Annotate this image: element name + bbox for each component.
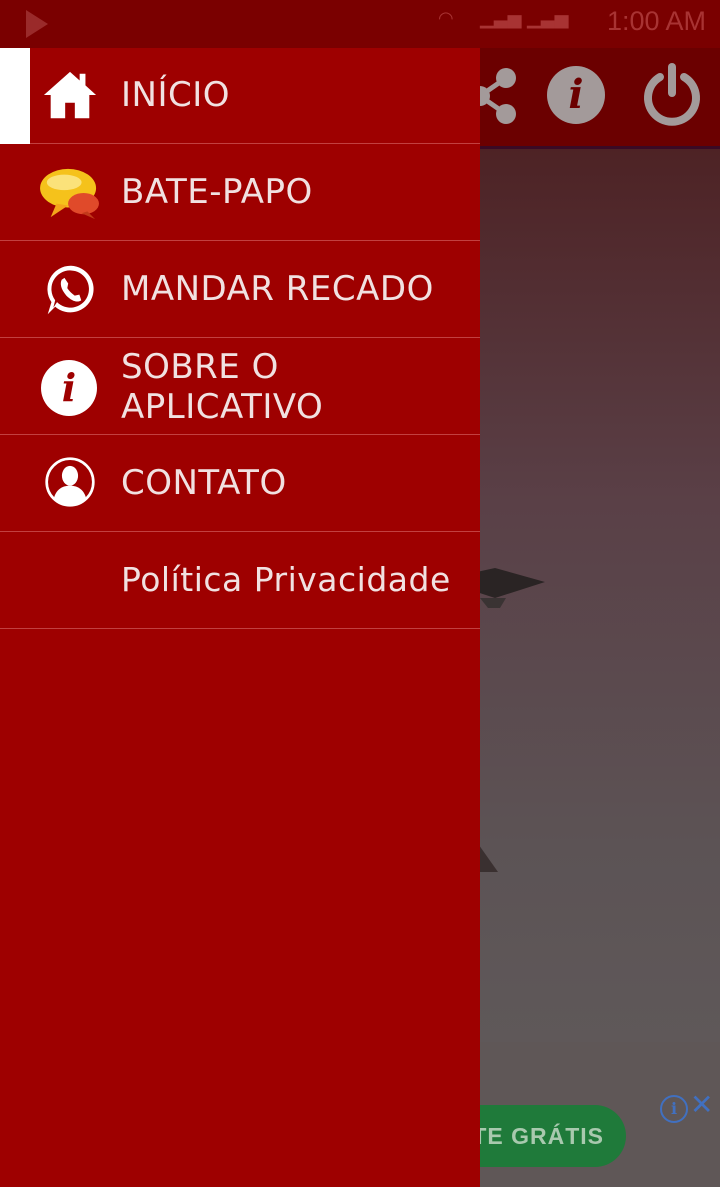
home-icon (43, 71, 97, 119)
drawer-item-sobre-aplicativo[interactable]: i SOBRE O APLICATIVO (0, 339, 480, 435)
drawer-item-label: MANDAR RECADO (121, 269, 434, 309)
ad-close-icon[interactable]: ✕ (690, 1090, 713, 1120)
drawer-item-label: BATE-PAPO (121, 172, 313, 212)
info-icon: i (41, 360, 97, 416)
svg-text:i: i (62, 365, 76, 410)
drawer-item-bate-papo[interactable]: BATE-PAPO (0, 145, 480, 241)
chat-bubble-icon (40, 168, 99, 220)
power-icon[interactable] (640, 63, 704, 127)
drawer-item-mandar-recado[interactable]: MANDAR RECADO (0, 242, 480, 338)
drawer-item-inicio[interactable]: INÍCIO (0, 48, 480, 144)
drawer-item-contato[interactable]: CONTATO (0, 436, 480, 532)
drawer-item-label: Política Privacidade (121, 560, 451, 599)
status-bar: ◠ ▁▃▅ ▁▃▅ 1:00 AM (0, 0, 720, 48)
whatsapp-icon (47, 265, 94, 315)
drawer-item-label-line1: SOBRE O (121, 347, 279, 387)
signal-icon-2: ▁▃▅ (527, 8, 569, 29)
drawer-item-label: INÍCIO (121, 75, 231, 115)
wifi-icon: ◠ (438, 8, 454, 29)
active-indicator (0, 48, 30, 144)
contact-icon (45, 457, 95, 507)
about-info-icon[interactable]: i (547, 66, 605, 124)
navigation-drawer: INÍCIO BATE-PAPO MANDAR RECADO i SOBRE O… (0, 48, 480, 1187)
drawer-item-label: CONTATO (121, 463, 287, 503)
drawer-item-label-line2: APLICATIVO (121, 387, 324, 427)
drawer-item-politica-privacidade[interactable]: Política Privacidade (0, 533, 480, 629)
clock: 1:00 AM (606, 6, 706, 36)
ad-info-icon[interactable]: i (660, 1095, 688, 1123)
signal-icon: ▁▃▅ (480, 8, 522, 29)
play-store-notification-icon (26, 10, 48, 38)
